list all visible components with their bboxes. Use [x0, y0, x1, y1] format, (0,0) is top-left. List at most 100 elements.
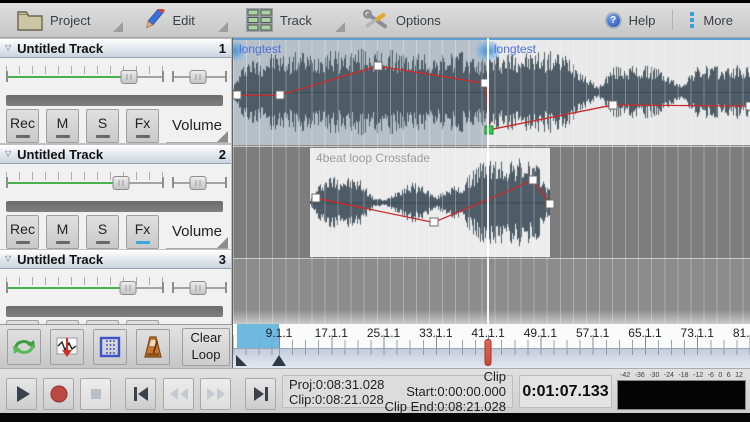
play-button[interactable] [6, 378, 37, 410]
solo-button[interactable]: S [86, 109, 119, 143]
db-label: -36 [635, 372, 645, 379]
volume-slider-handle[interactable] [113, 176, 130, 190]
toolbar-right: ? Help More [596, 10, 742, 30]
menu-project-label: Project [50, 13, 90, 28]
skip-end-icon [250, 383, 272, 405]
record-button[interactable] [43, 378, 74, 410]
timeline-ruler[interactable]: 9.1.117.1.125.1.133.1.141.1.149.1.157.1.… [233, 324, 750, 368]
track-level-meter [6, 306, 223, 317]
help-label: Help [629, 13, 656, 28]
rewind-button[interactable] [163, 378, 194, 410]
envelope-node[interactable] [429, 218, 438, 227]
loop-icon [11, 336, 37, 358]
fast-forward-button[interactable] [200, 378, 231, 410]
envelope-node[interactable] [275, 91, 284, 100]
ruler-bar-label: 57.1.1 [576, 326, 609, 340]
fx-button[interactable]: Fx [126, 109, 159, 143]
ruler-bar-numbers[interactable]: 9.1.117.1.125.1.133.1.141.1.149.1.157.1.… [233, 324, 750, 348]
pan-slider[interactable] [172, 61, 227, 91]
ruler-bar-label: 9.1.1 [266, 326, 293, 340]
slider-cap [225, 177, 227, 188]
db-scale: -42-36-30-24-18-12-60612 [615, 370, 748, 380]
menu-project[interactable]: Project [8, 3, 132, 37]
track-header[interactable]: ▽ Untitled Track 1 [0, 39, 231, 58]
slider-fill [6, 76, 129, 78]
fast-forward-icon [204, 383, 228, 405]
mute-button[interactable]: M [46, 109, 79, 143]
record-arm-button[interactable]: Rec [6, 215, 39, 249]
param-select[interactable]: Volume [166, 215, 228, 249]
ruler-marker-strip[interactable] [233, 348, 750, 368]
track-lane[interactable]: longtestlongtest [233, 38, 750, 146]
pan-slider[interactable] [172, 272, 227, 302]
param-label: Volume [172, 223, 222, 240]
fx-label: Fx [135, 115, 151, 131]
track-title: Untitled Track [17, 147, 219, 162]
volume-slider-handle[interactable] [119, 281, 136, 295]
slider-cap [6, 177, 8, 188]
record-arm-label: Rec [10, 221, 35, 237]
slider-cap [162, 71, 164, 82]
envelope-node[interactable] [546, 199, 555, 208]
pan-slider-handle[interactable] [190, 70, 207, 84]
ruler-bar-label: 65.1.1 [628, 326, 661, 340]
record-arm-button[interactable]: Rec [6, 109, 39, 143]
pan-slider-handle[interactable] [190, 176, 207, 190]
envelope-node[interactable] [373, 62, 382, 71]
menu-track[interactable]: Track [237, 3, 354, 37]
playhead-line[interactable] [487, 38, 489, 324]
spinner-corner-icon [217, 131, 228, 142]
volume-slider[interactable] [6, 167, 164, 197]
solo-button[interactable]: S [86, 215, 119, 249]
slider-fill [6, 287, 128, 289]
loop-button[interactable] [7, 329, 41, 365]
app-window: Project Edit [0, 0, 750, 422]
menu-edit[interactable]: Edit [132, 3, 236, 37]
volume-slider-handle[interactable] [121, 70, 138, 84]
slider-cap [172, 282, 174, 293]
pan-slider-handle[interactable] [190, 281, 207, 295]
menu-options[interactable]: Options [354, 3, 450, 37]
grid-button[interactable] [93, 329, 127, 365]
envelope-node[interactable] [608, 100, 617, 109]
arrange-area[interactable]: longtestlongtest4beat loop Crossfade [233, 38, 750, 324]
track-header[interactable]: ▽ Untitled Track 2 [0, 145, 231, 164]
track-panel: ▽ Untitled Track 2 Re [0, 145, 231, 249]
punch-marker-button[interactable] [50, 329, 84, 365]
ruler-strip-ticks [233, 349, 750, 355]
more-button[interactable]: More [681, 12, 742, 28]
skip-start-icon [130, 383, 152, 405]
volume-slider[interactable] [6, 272, 164, 302]
collapse-track-icon[interactable]: ▽ [5, 44, 11, 52]
fx-button[interactable]: Fx [126, 215, 159, 249]
loop-start-marker[interactable] [236, 355, 247, 366]
track-panel: ▽ Untitled Track 3 Re [0, 250, 231, 324]
play-icon [11, 383, 33, 405]
metronome-icon [141, 335, 165, 359]
pan-slider[interactable] [172, 167, 227, 197]
slider-ticks [6, 172, 164, 180]
playhead-marker[interactable] [484, 339, 491, 366]
clear-loop-button[interactable]: Clear Loop [182, 328, 230, 366]
time-display-panel: Proj:0:08:31.028 Clip:0:08:21.028 Clip S… [282, 375, 513, 408]
mute-button[interactable]: M [46, 215, 79, 249]
envelope-node[interactable] [233, 91, 242, 100]
envelope-node[interactable] [311, 194, 320, 203]
track-lane[interactable]: 4beat loop Crossfade [233, 146, 750, 258]
db-label: -12 [693, 372, 703, 379]
solo-label: S [98, 115, 107, 131]
skip-end-button[interactable] [245, 378, 276, 410]
loop-end-marker[interactable] [272, 355, 286, 366]
volume-slider[interactable] [6, 61, 164, 91]
collapse-track-icon[interactable]: ▽ [5, 150, 11, 158]
envelope-node[interactable] [528, 176, 537, 185]
envelope-node[interactable] [746, 102, 750, 111]
stop-button[interactable] [80, 378, 111, 410]
param-select[interactable]: Volume [166, 109, 228, 143]
track-lane[interactable] [233, 258, 750, 324]
skip-start-button[interactable] [125, 378, 156, 410]
collapse-track-icon[interactable]: ▽ [5, 255, 11, 263]
track-header[interactable]: ▽ Untitled Track 3 [0, 250, 231, 269]
metronome-button[interactable] [136, 329, 170, 365]
help-button[interactable]: ? Help [596, 12, 665, 29]
